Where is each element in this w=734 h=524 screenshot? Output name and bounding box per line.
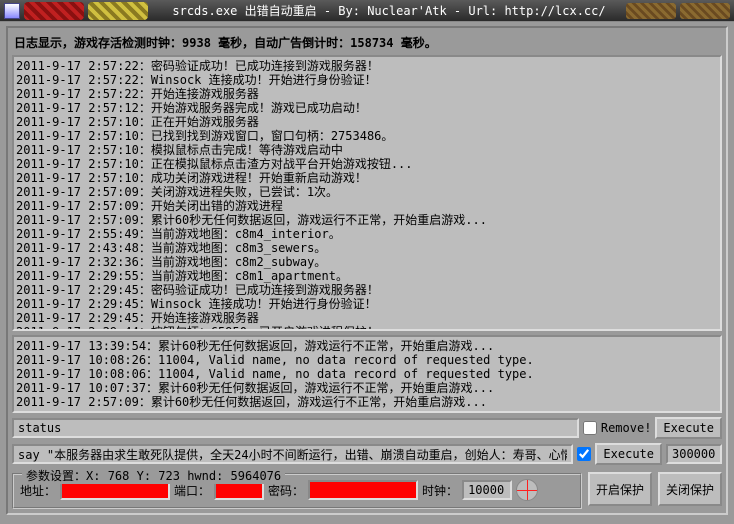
command-row-2: Execute xyxy=(12,443,722,465)
log-line: 2011-9-17 2:57:09：累计60秒无任何数据返回，游戏运行不正常，开… xyxy=(16,395,718,409)
log-line: 2011-9-17 10:08:26：11004, Valid name, no… xyxy=(16,353,718,367)
titlebar-decoration-right2 xyxy=(680,3,730,19)
titlebar: srcds.exe 出错自动重启 - By: Nuclear'Atk - Url… xyxy=(0,0,734,22)
port-label: 端口： xyxy=(174,482,210,499)
log-line: 2011-9-17 13:39:54：累计60秒无任何数据返回，游戏运行不正常，… xyxy=(16,339,718,353)
window-title: srcds.exe 出错自动重启 - By: Nuclear'Atk - Url… xyxy=(156,2,622,19)
log-line: 2011-9-17 2:57:22：密码验证成功！已成功连接到游戏服务器！ xyxy=(16,59,718,73)
log-line: 2011-9-17 2:57:12：开始游戏服务器完成！游戏已成功启动！ xyxy=(16,101,718,115)
execute-button-1[interactable]: Execute xyxy=(655,417,722,439)
log-line: 2011-9-17 2:57:22：开始连接游戏服务器 xyxy=(16,87,718,101)
log-line: 2011-9-17 2:57:09：开始关闭出错的游戏进程 xyxy=(16,199,718,213)
interval-input[interactable] xyxy=(666,444,722,464)
status-clock: 9938 xyxy=(182,36,211,50)
legend-hwnd-value: 5964076 xyxy=(231,469,282,483)
status-unit1: 毫秒，自动广告倒计时： xyxy=(211,36,350,50)
log-line: 2011-9-17 2:57:10：模拟鼠标点击完成！等待游戏启动中 xyxy=(16,143,718,157)
command-row-1: Remove! Execute xyxy=(12,417,722,439)
log-line: 2011-9-17 2:57:10：正在模拟鼠标点击渣方对战平台开始游戏按钮..… xyxy=(16,157,718,171)
legend-x-value: 768 xyxy=(108,469,130,483)
log-line: 2011-9-17 2:29:44：按钮句柄：65950，已开启游戏进程保护！ xyxy=(16,325,718,331)
addr-label: 地址： xyxy=(20,482,56,499)
main-log[interactable]: 2011-9-17 2:57:22：密码验证成功！已成功连接到游戏服务器！201… xyxy=(12,55,722,331)
titlebar-decoration-left2 xyxy=(88,2,148,20)
log-line: 2011-9-17 2:29:55：当前游戏地图：c8m1_apartment。 xyxy=(16,269,718,283)
log-line: 2011-9-17 2:29:45：Winsock 连接成功！开始进行身份验证！ xyxy=(16,297,718,311)
log-line: 2011-9-17 2:57:10：已找到找到游戏窗口，窗口句柄：2753486… xyxy=(16,129,718,143)
log-line: 2011-9-17 2:57:09：累计60秒无任何数据返回，游戏运行不正常，开… xyxy=(16,213,718,227)
log-line: 2011-9-17 2:57:10：成功关闭游戏进程！开始重新启动游戏！ xyxy=(16,171,718,185)
log-line: 2011-9-17 2:43:48：当前游戏地图：c8m3_sewers。 xyxy=(16,241,718,255)
status-label: 日志显示，游戏存活检测时钟： xyxy=(14,36,182,50)
log-line: 2011-9-17 2:57:22：Winsock 连接成功！开始进行身份验证！ xyxy=(16,73,718,87)
start-protect-button[interactable]: 开启保护 xyxy=(588,472,652,506)
status-adcount: 158734 xyxy=(350,36,393,50)
log-line: 2011-9-17 10:07:37：累计60秒无任何数据返回，游戏运行不正常，… xyxy=(16,381,718,395)
params-legend: 参数设置：X: 768 Y: 723 hwnd: 5964076 xyxy=(22,467,285,484)
remove-label: Remove! xyxy=(601,421,652,435)
legend-x-label: 参数设置：X: xyxy=(26,469,108,483)
command-input-2[interactable] xyxy=(12,444,573,464)
log-line: 2011-9-17 2:29:45：密码验证成功！已成功连接到游戏服务器！ xyxy=(16,283,718,297)
log-line: 2011-9-17 2:57:09：关闭游戏进程失败，已尝试：1次。 xyxy=(16,185,718,199)
log-line: 2011-9-17 10:08:06：11004, Valid name, no… xyxy=(16,367,718,381)
titlebar-decoration-right1 xyxy=(626,3,676,19)
clock-label: 时钟： xyxy=(422,482,458,499)
params-fieldset: 参数设置：X: 768 Y: 723 hwnd: 5964076 地址： 端口：… xyxy=(12,473,582,509)
status-unit2: 毫秒。 xyxy=(394,36,437,50)
execute-button-2[interactable]: Execute xyxy=(595,443,662,465)
log-line: 2011-9-17 2:57:10：正在开始游戏服务器 xyxy=(16,115,718,129)
log-line: 2011-9-17 2:29:45：开始连接游戏服务器 xyxy=(16,311,718,325)
command-input-1[interactable] xyxy=(12,418,579,438)
log-line: 2011-9-17 2:32:36：当前游戏地图：c8m2_subway。 xyxy=(16,255,718,269)
execute-checkbox[interactable] xyxy=(577,447,591,461)
main-frame: 日志显示，游戏存活检测时钟：9938 毫秒，自动广告倒计时：158734 毫秒。… xyxy=(6,26,728,515)
clock-input[interactable] xyxy=(462,480,512,500)
titlebar-decoration-left1 xyxy=(24,2,84,20)
stop-protect-button[interactable]: 关闭保护 xyxy=(658,472,722,506)
pwd-input[interactable] xyxy=(308,480,418,500)
legend-y-value: 723 xyxy=(158,469,180,483)
pwd-label: 密码： xyxy=(268,482,304,499)
app-icon xyxy=(4,3,20,19)
legend-y-label: Y: xyxy=(129,469,158,483)
remove-checkbox[interactable] xyxy=(583,421,597,435)
target-icon[interactable] xyxy=(516,479,538,501)
status-line: 日志显示，游戏存活检测时钟：9938 毫秒，自动广告倒计时：158734 毫秒。 xyxy=(12,32,722,55)
log-line: 2011-9-17 2:55:49：当前游戏地图：c8m4_interior。 xyxy=(16,227,718,241)
error-log[interactable]: 2011-9-17 13:39:54：累计60秒无任何数据返回，游戏运行不正常，… xyxy=(12,335,722,413)
legend-hwnd-label: hwnd: xyxy=(180,469,231,483)
